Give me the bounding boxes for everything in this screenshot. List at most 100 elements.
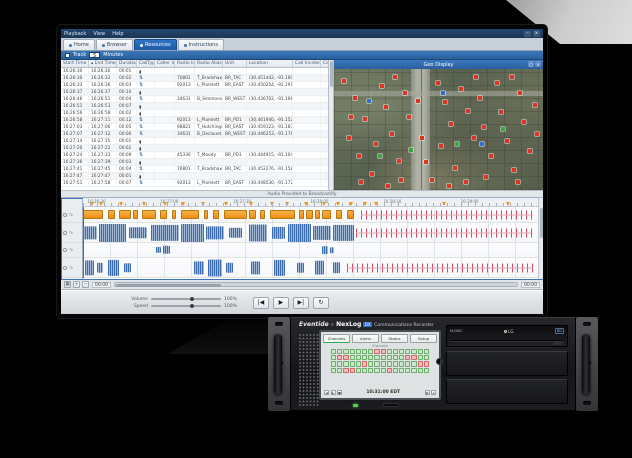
audio-segment[interactable]: [160, 210, 167, 219]
tab-home[interactable]: Home: [63, 39, 95, 50]
map-canvas[interactable]: [334, 69, 543, 190]
table-row[interactable]: 16:26:5116:26:5300:07▮: [61, 103, 328, 110]
waveform-segment[interactable]: [206, 226, 224, 239]
channel-ok-cell[interactable]: [399, 361, 404, 366]
map-marker[interactable]: [384, 105, 388, 109]
channel-ok-cell[interactable]: [337, 361, 342, 366]
channel-ok-cell[interactable]: [356, 368, 361, 373]
map-marker[interactable]: [349, 115, 353, 119]
map-popout-button[interactable]: ▢: [528, 61, 534, 67]
channel-ok-cell[interactable]: [368, 368, 373, 373]
column-header-end-time[interactable]: ▴ End Time: [89, 60, 117, 67]
audio-segment[interactable]: [306, 210, 313, 219]
waveform-segment[interactable]: [315, 260, 324, 275]
tab-resources[interactable]: Resources: [134, 39, 177, 50]
map-marker[interactable]: [380, 84, 384, 88]
map-marker[interactable]: [499, 110, 503, 114]
map-marker[interactable]: [370, 172, 374, 176]
channel-alarm-cell[interactable]: [418, 361, 423, 366]
table-row[interactable]: 16:26:3016:26:3200:02⇅70801T_BradshawBR_…: [61, 75, 328, 82]
table-row[interactable]: 16:27:0716:27:1200:06⇅34631B_DeclouetBR_…: [61, 131, 328, 138]
map-marker[interactable]: [516, 180, 520, 184]
waveform-segment[interactable]: [129, 227, 147, 238]
map-marker[interactable]: [374, 142, 378, 146]
channel-ok-cell[interactable]: [368, 349, 373, 354]
touchscreen-tab-alerts[interactable]: Alerts: [352, 334, 379, 343]
channel-alarm-cell[interactable]: [387, 368, 392, 373]
track-checkbox[interactable]: [65, 53, 70, 58]
event-marker-icon[interactable]: [363, 202, 367, 206]
channel-ok-cell[interactable]: [411, 349, 416, 354]
audio-segment[interactable]: [83, 210, 103, 219]
waveform-segment[interactable]: [151, 224, 178, 240]
touchscreen-tab-setup[interactable]: Setup: [410, 334, 437, 343]
timeline-hscrollbar[interactable]: [114, 282, 518, 287]
waveform-segment[interactable]: [226, 262, 233, 272]
table-row[interactable]: 16:26:3716:26:3700:10▮: [61, 89, 328, 96]
channel-ok-cell[interactable]: [399, 349, 404, 354]
channel-ok-cell[interactable]: [424, 349, 429, 354]
waveform-segment[interactable]: [83, 226, 97, 239]
channel-alarm-cell[interactable]: [343, 368, 348, 373]
waveform-segment[interactable]: [108, 259, 119, 275]
rack-handle-right[interactable]: [582, 334, 590, 394]
map-marker[interactable]: [342, 79, 346, 83]
waveform-segment[interactable]: [322, 246, 328, 254]
waveform-segment[interactable]: [297, 262, 304, 272]
event-marker-icon[interactable]: [336, 202, 340, 206]
touchscreen-tab-channels[interactable]: Channels: [323, 334, 350, 343]
channel-alarm-cell[interactable]: [362, 361, 367, 366]
waveform-segment[interactable]: [274, 259, 285, 275]
table-row[interactable]: 16:26:5616:26:5800:02▮: [61, 110, 328, 117]
map-marker[interactable]: [464, 180, 468, 184]
audio-segment[interactable]: [260, 210, 265, 219]
map-marker[interactable]: [378, 154, 382, 158]
map-marker[interactable]: [528, 149, 532, 153]
channel-ok-cell[interactable]: [368, 355, 373, 360]
map-marker[interactable]: [386, 184, 390, 188]
map-marker[interactable]: [403, 91, 407, 95]
map-marker[interactable]: [424, 160, 428, 164]
channel-ok-cell[interactable]: [331, 361, 336, 366]
audio-segment[interactable]: [108, 210, 115, 219]
map-marker[interactable]: [533, 103, 537, 107]
channel-ok-cell[interactable]: [418, 368, 423, 373]
waveform-segment[interactable]: [85, 260, 94, 275]
timeline-scrollbar-thumb[interactable]: [540, 208, 543, 238]
grid-view-button[interactable]: ▦: [64, 281, 71, 288]
column-header-radio-alias[interactable]: Radio Alias: [195, 60, 223, 67]
waveform-segment[interactable]: [288, 223, 311, 241]
map-marker[interactable]: [441, 91, 445, 95]
event-marker-icon[interactable]: [119, 202, 123, 206]
map-marker[interactable]: [420, 136, 424, 140]
map-marker[interactable]: [430, 178, 434, 182]
repeat-button[interactable]: ↻: [313, 297, 329, 309]
audio-segment[interactable]: [347, 210, 354, 219]
channel-alarm-cell[interactable]: [350, 368, 355, 373]
map-marker[interactable]: [390, 132, 394, 136]
waveform-segment[interactable]: [97, 262, 104, 272]
waveform-segment[interactable]: [330, 247, 335, 253]
map-marker[interactable]: [436, 81, 440, 85]
event-marker-icon[interactable]: [99, 202, 103, 206]
map-marker[interactable]: [466, 109, 470, 113]
table-row[interactable]: 16:26:3016:26:3000:01▮: [61, 68, 328, 75]
wave-track-4[interactable]: [83, 258, 538, 278]
event-marker-icon[interactable]: [181, 202, 185, 206]
touchscreen-nav-icon[interactable]: ▦: [425, 390, 430, 395]
event-marker-icon[interactable]: [201, 202, 205, 206]
map-marker[interactable]: [407, 115, 411, 119]
audio-segment[interactable]: [213, 210, 220, 219]
waveform-segment[interactable]: [313, 225, 331, 239]
menu-playback[interactable]: Playback: [64, 31, 86, 37]
column-header-call-inci[interactable]: Call Inci: [321, 60, 329, 67]
map-marker[interactable]: [455, 142, 459, 146]
event-marker-icon[interactable]: [142, 202, 146, 206]
volume-slider[interactable]: [151, 298, 221, 300]
track-header-track-2[interactable]: ∿: [61, 223, 82, 243]
channel-ok-cell[interactable]: [387, 355, 392, 360]
table-row[interactable]: 16:27:3616:27:3900:03▮: [61, 159, 328, 166]
column-header-radio-id[interactable]: Radio Id: [175, 60, 195, 67]
channel-alarm-cell[interactable]: [405, 355, 410, 360]
close-button[interactable]: ×: [533, 31, 540, 37]
